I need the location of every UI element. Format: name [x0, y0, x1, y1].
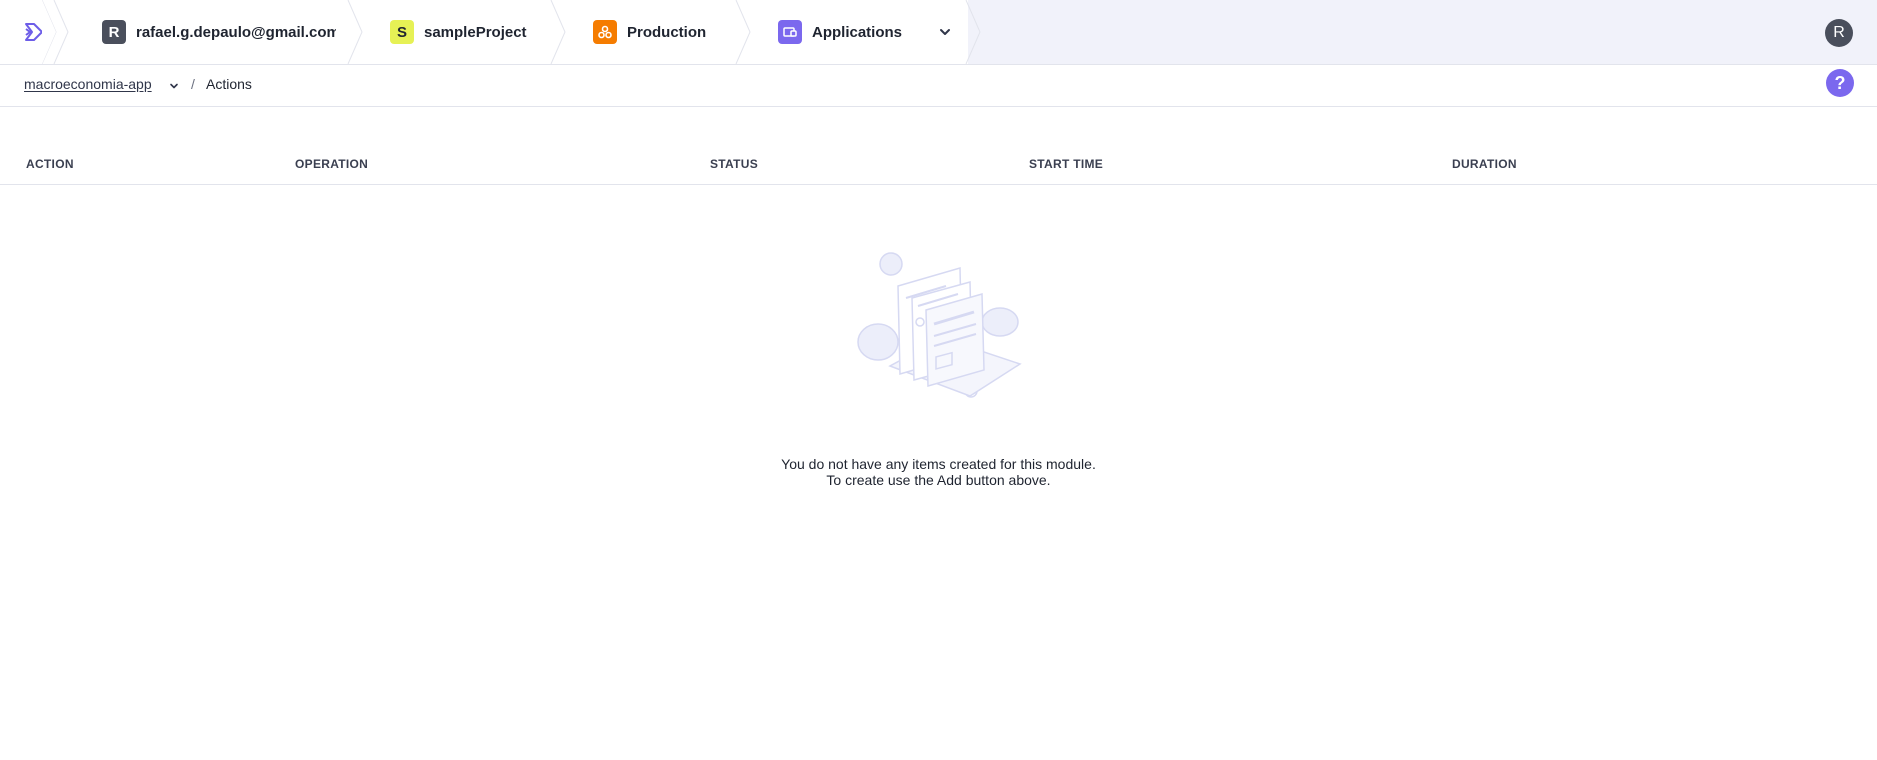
breadcrumb-separator: /	[191, 76, 195, 92]
page-header: macroeconomia-app / Actions ?	[0, 65, 1877, 107]
page-title: Actions	[206, 76, 252, 92]
chevron-down-icon[interactable]	[938, 25, 952, 39]
breadcrumb-module[interactable]: Applications	[738, 0, 981, 64]
module-label: Applications	[812, 23, 903, 41]
user-avatar[interactable]: R	[1825, 19, 1853, 47]
applications-icon	[778, 20, 802, 44]
empty-state-illustration	[850, 246, 1030, 406]
table-header: ACTION OPERATION STATUS START TIME DURAT…	[0, 152, 1877, 185]
breadcrumb-account[interactable]: R rafael.g.depaulo@gmail.com	[56, 0, 363, 64]
breadcrumb-nav: R rafael.g.depaulo@gmail.com S samplePro…	[0, 0, 981, 64]
empty-state-message: You do not have any items created for th…	[0, 456, 1877, 488]
help-icon[interactable]: ?	[1826, 69, 1854, 97]
empty-state-line-2: To create use the Add button above.	[826, 472, 1051, 488]
app-selector-link[interactable]: macroeconomia-app	[24, 76, 152, 92]
breadcrumb-project[interactable]: S sampleProject	[350, 0, 566, 64]
breadcrumb-environment[interactable]: Production	[553, 0, 751, 64]
column-header-operation[interactable]: OPERATION	[295, 157, 368, 171]
project-badge: S	[390, 20, 414, 44]
environment-label: Production	[627, 23, 707, 41]
column-header-duration[interactable]: DURATION	[1452, 157, 1517, 171]
environment-icon	[593, 20, 617, 44]
project-label: sampleProject	[424, 23, 527, 41]
column-header-start-time[interactable]: START TIME	[1029, 157, 1103, 171]
chevron-down-icon[interactable]	[168, 79, 180, 97]
column-header-action[interactable]: ACTION	[26, 157, 74, 171]
home-logo-link[interactable]	[0, 0, 70, 64]
top-navigation-bar: R rafael.g.depaulo@gmail.com S samplePro…	[0, 0, 1877, 65]
column-header-status[interactable]: STATUS	[710, 157, 758, 171]
account-badge: R	[102, 20, 126, 44]
empty-state-line-1: You do not have any items created for th…	[781, 456, 1096, 472]
account-label: rafael.g.depaulo@gmail.com	[136, 23, 340, 41]
